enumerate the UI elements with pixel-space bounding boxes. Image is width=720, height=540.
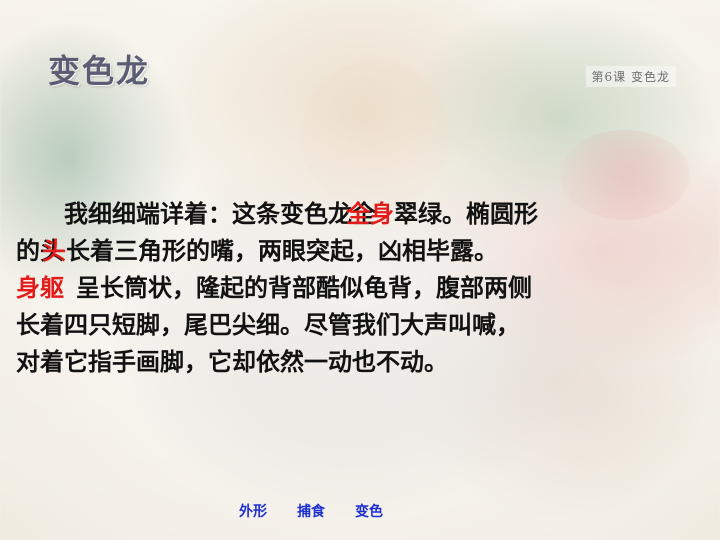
passage-text: 我细细端详着：这条变色龙全	[64, 200, 376, 228]
highlight-annotation: 全身	[346, 200, 394, 228]
passage-text: 长着三角形的嘴，两眼突起，凶相毕露。	[66, 237, 498, 265]
lesson-tag: 第6课 变色龙	[585, 66, 676, 87]
passage-text: 翠绿。椭圆形	[394, 200, 538, 228]
link-appearance[interactable]: 外形	[239, 501, 267, 521]
passage-line-4: 长着四只短脚，尾巴尖细。尽管我们大声叫喊，	[16, 311, 520, 339]
passage-line-3: 身躯 呈长筒状，隆起的背部酷似龟背，腹部两侧	[16, 270, 706, 307]
link-color-change[interactable]: 变色	[355, 501, 383, 521]
link-hunting[interactable]: 捕食	[297, 501, 325, 521]
highlight-annotation: 身躯	[16, 274, 64, 302]
passage-text: 呈长筒状，隆起的背部酷似龟背，腹部两侧	[76, 274, 532, 302]
highlight-annotation: 头	[42, 237, 66, 265]
passage-line-2: 的头头长着三角形的嘴，两眼突起，凶相毕露。	[16, 233, 706, 270]
passage-line-1: 我细细端详着：这条变色龙全全身翠绿。椭圆形	[16, 196, 706, 233]
passage: 我细细端详着：这条变色龙全全身翠绿。椭圆形 的头头长着三角形的嘴，两眼突起，凶相…	[16, 196, 706, 381]
section-links: 外形 捕食 变色	[239, 501, 383, 521]
passage-line-5: 对着它指手画脚，它却依然一动也不动。	[16, 348, 448, 376]
page-title: 变色龙	[48, 52, 151, 90]
